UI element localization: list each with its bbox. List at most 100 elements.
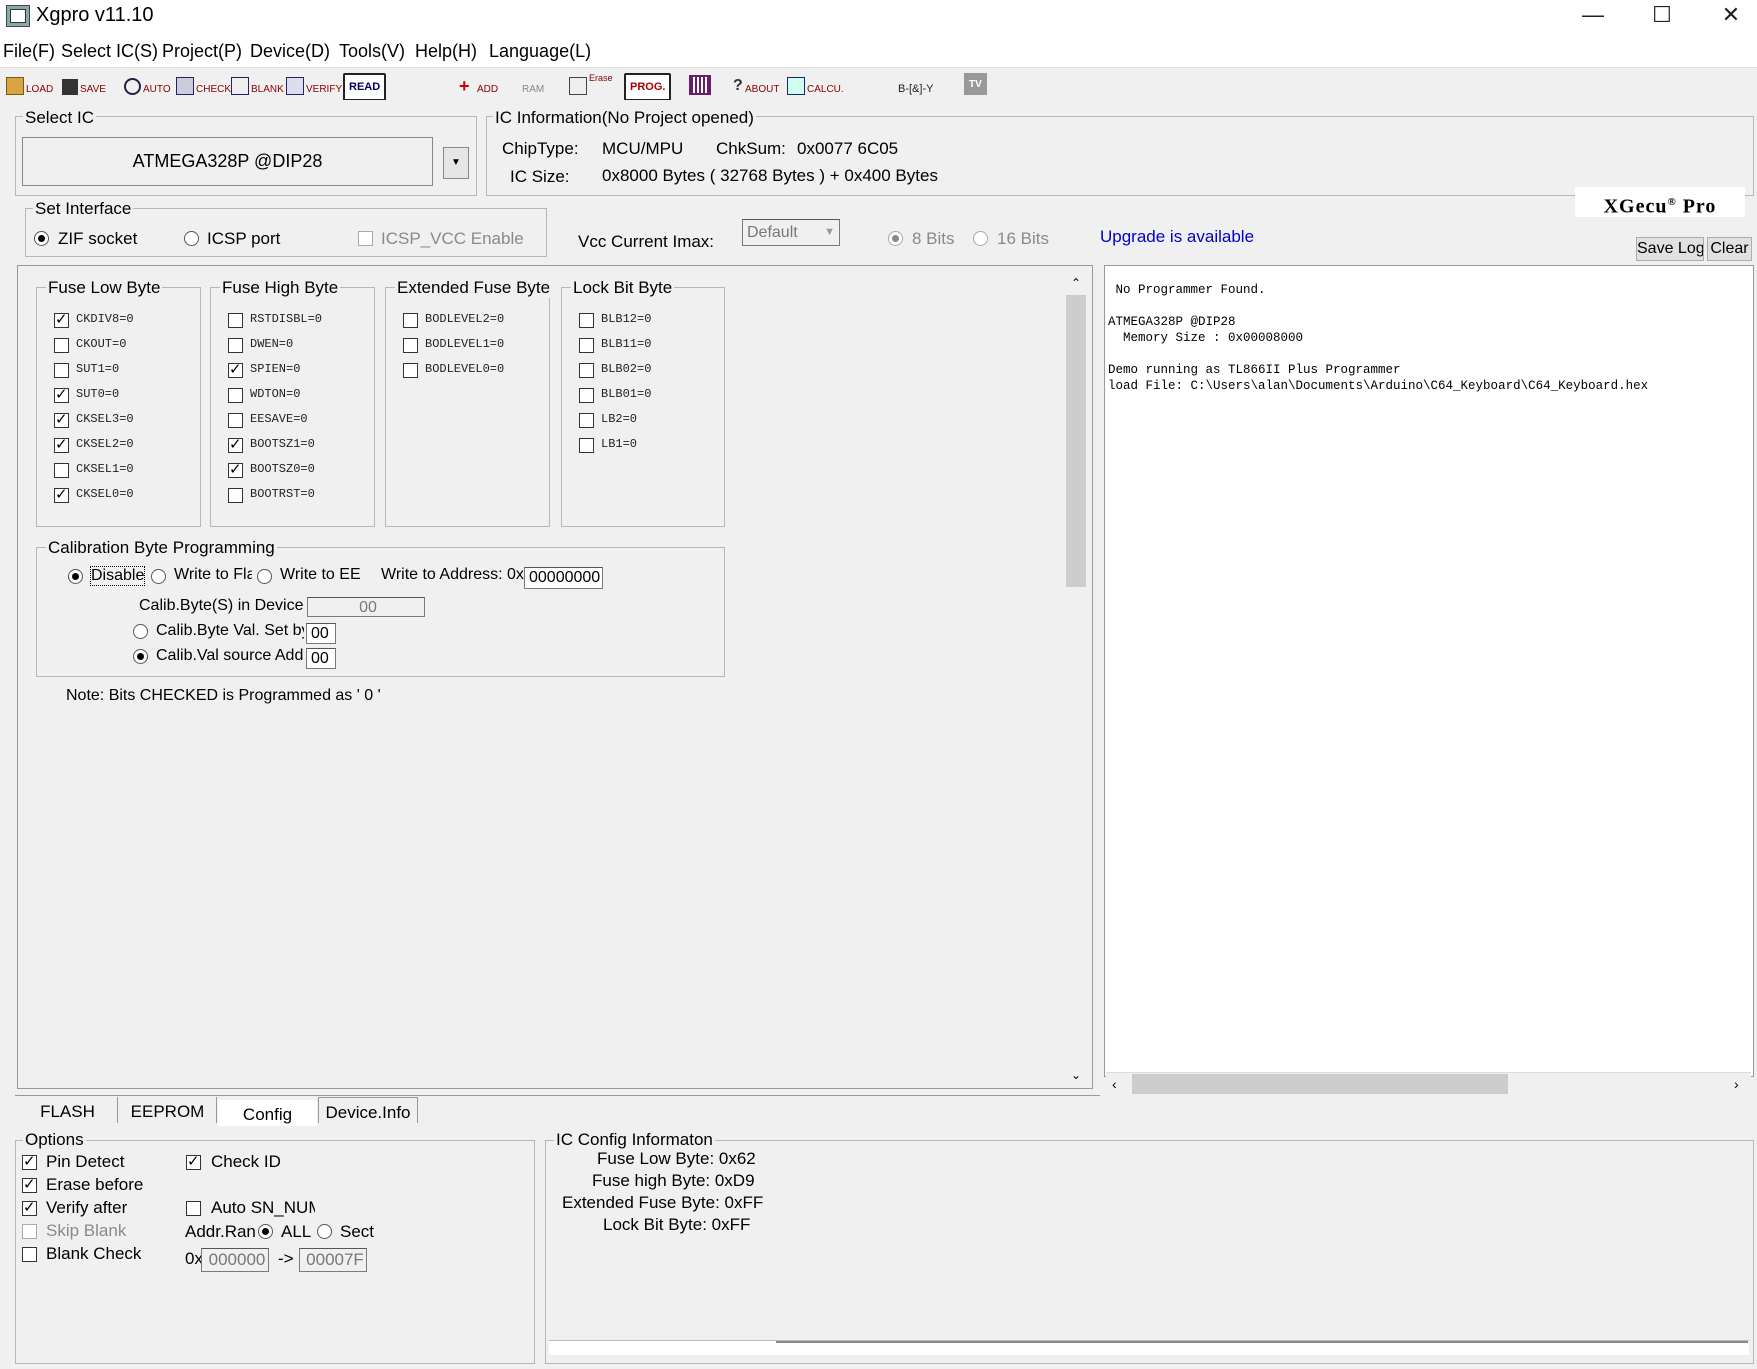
fuse-checkbox-bootsz0-0[interactable] [228,460,243,478]
save-log-button[interactable]: Save Log [1636,237,1704,261]
ic-info-legend: IC Information(No Project opened) [493,108,756,128]
close-button[interactable]: ✕ [1703,0,1757,32]
fuse-checkbox-eesave-0[interactable] [228,413,243,428]
addr-to-input[interactable]: 00007F [299,1248,367,1272]
about-button[interactable]: ? ABOUT [733,73,779,96]
vcc-current-select[interactable]: Default ▼ [742,219,840,246]
menu-select-ic[interactable]: Select IC(S) [61,41,158,62]
menu-file[interactable]: File(F) [3,41,55,62]
calib-val-src-radio[interactable] [133,649,148,664]
calib-in-device-field: 00 [307,597,425,617]
addr-sect-radio[interactable] [317,1224,332,1239]
fuse-checkbox-lb1-0[interactable] [579,438,594,453]
calib-val-src-input[interactable]: 00 [306,648,336,669]
read-button[interactable]: READ [343,73,387,101]
menu-help[interactable]: Help(H) [415,41,477,62]
fuse-checkbox-blb11-0[interactable] [579,338,594,353]
save-button[interactable]: SAVE [62,73,106,95]
erase-before-checkbox[interactable] [22,1175,37,1193]
fuse-checkbox-sut0-0[interactable] [54,385,69,403]
config-scroll-thumb[interactable] [1066,295,1086,587]
calib-write-fla-radio[interactable] [151,569,166,584]
clear-button[interactable]: Clear [1707,237,1752,261]
fuse-checkbox-ckdiv8-0[interactable] [54,310,69,328]
help-icon: ? [733,77,743,94]
menu-project[interactable]: Project(P) [162,41,242,62]
fuse-checkbox-blb01-0[interactable] [579,388,594,403]
fuse-checkbox-bodlevel1-0[interactable] [403,338,418,353]
chevron-down-icon[interactable]: ▼ [443,147,469,179]
check-id-checkbox[interactable] [186,1152,201,1170]
maximize-button[interactable]: ☐ [1634,0,1690,32]
note-text: Note: Bits CHECKED is Programmed as ' 0 … [66,687,381,704]
fuse-checkbox-bodlevel2-0[interactable] [403,313,418,328]
write-address-input[interactable]: 00000000 [524,567,603,589]
chevron-down-icon[interactable]: ⌄ [1068,1068,1084,1082]
fuse-checkbox-wdton-0[interactable] [228,388,243,403]
skip-blank-checkbox[interactable] [22,1224,37,1239]
calib-disable-radio[interactable] [68,569,83,584]
addr-from-input[interactable]: 000000 [201,1248,269,1272]
load-button[interactable]: LOAD [6,73,53,95]
chevron-left-icon[interactable]: ‹ [1112,1076,1117,1092]
menu-language[interactable]: Language(L) [489,41,591,62]
menu-tools[interactable]: Tools(V) [339,41,405,62]
fuse-checkbox-blb02-0[interactable] [579,363,594,378]
fuse-checkbox-spien-0[interactable] [228,360,243,378]
chevron-up-icon[interactable]: ⌃ [1068,276,1084,290]
fuse-checkbox-dwen-0[interactable] [228,338,243,353]
floppy-icon [62,79,78,95]
fuse-label: CKSEL1=0 [76,462,134,476]
calcu-button[interactable]: CALCU. [787,73,844,95]
fuse-checkbox-bootsz1-0[interactable] [228,435,243,453]
calib-val-set-radio[interactable] [133,624,148,639]
fuse-checkbox-cksel1-0[interactable] [54,463,69,478]
menu-device[interactable]: Device(D) [250,41,330,62]
log-hscroll-thumb[interactable] [1132,1074,1508,1094]
auto-button[interactable]: AUTO [124,73,171,95]
minimize-button[interactable]: — [1565,0,1621,32]
verify-button[interactable]: VERIFY [286,73,342,95]
calib-write-ee-radio[interactable] [257,569,272,584]
fuse-checkbox-blb12-0[interactable] [579,313,594,328]
prog-button[interactable]: PROG. [624,73,672,101]
add-button[interactable]: + ADD [459,73,498,95]
fuse-checkbox-bootrst-0[interactable] [228,488,243,503]
fuse-checkbox-ckout-0[interactable] [54,338,69,353]
chevron-right-icon[interactable]: › [1734,1076,1739,1092]
chip-button[interactable] [689,73,713,95]
verify-after-checkbox[interactable] [22,1198,37,1216]
tab-device-info[interactable]: Device.Info [318,1097,418,1123]
zif-radio[interactable] [34,231,49,246]
calib-val-set-input[interactable]: 00 [306,623,336,644]
icsp-radio[interactable] [184,231,199,246]
tv-button[interactable]: TV [964,73,987,95]
fuse-checkbox-cksel3-0[interactable] [54,410,69,428]
upgrade-link[interactable]: Upgrade is available [1100,227,1254,247]
fuse-checkbox-cksel2-0[interactable] [54,435,69,453]
selected-ic-field[interactable]: ATMEGA328P @DIP28 [22,137,433,186]
blank-check-checkbox[interactable] [22,1247,37,1262]
tab-config[interactable]: Config [218,1100,317,1126]
tab-flash[interactable]: FLASH [18,1097,118,1123]
fuse-checkbox-rstdisbl-0[interactable] [228,313,243,328]
pin-detect-checkbox[interactable] [22,1152,37,1170]
erase-button[interactable]: Erase [569,73,613,95]
auto-sn-checkbox[interactable] [186,1201,201,1216]
blank-button[interactable]: BLANK [231,73,284,95]
fuse-checkbox-bodlevel0-0[interactable] [403,363,418,378]
fuse-checkbox-cksel0-0[interactable] [54,485,69,503]
icsp-vcc-checkbox[interactable] [358,231,373,246]
fuse-checkbox-sut1-0[interactable] [54,363,69,378]
bits16-radio[interactable] [973,231,988,246]
bits8-radio[interactable] [888,231,903,246]
addr-all-radio[interactable] [258,1224,273,1239]
icsp-vcc-label: ICSP_VCC Enable [381,229,524,248]
fuse-label: SUT1=0 [76,362,120,376]
tab-eeprom[interactable]: EEPROM [119,1097,217,1123]
fuse-checkbox-lb2-0[interactable] [579,413,594,428]
check-button[interactable]: CHECK [176,73,231,95]
ram-button[interactable]: RAM [522,73,544,95]
logic-button[interactable]: B-[&]-Y [898,73,933,95]
fuse-label: SPIEN=0 [250,362,301,376]
